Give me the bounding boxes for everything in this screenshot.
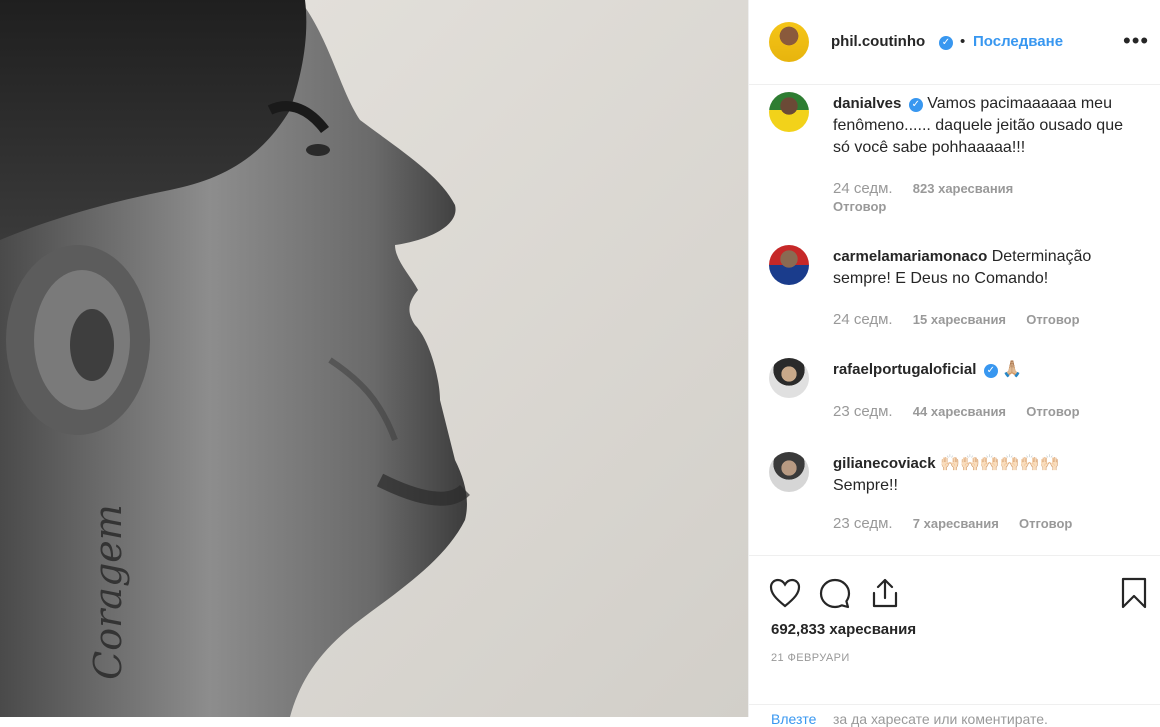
comment-text-block: gilianecoviack 🙌🏻🙌🏻🙌🏻🙌🏻🙌🏻🙌🏻 Sempre!! bbox=[833, 453, 1103, 497]
separator-dot: • bbox=[960, 33, 966, 50]
comment-username[interactable]: gilianecoviack bbox=[833, 455, 936, 472]
likes-count[interactable]: 692,833 харесвания bbox=[771, 621, 916, 638]
reply-button[interactable]: Отговор bbox=[833, 199, 886, 214]
post-actions: 692,833 харесвания 21 ФЕВРУАРИ Влезте за… bbox=[749, 555, 1160, 727]
comment-username[interactable]: rafaelportugaloficial bbox=[833, 361, 976, 378]
comment-meta: 23 седм. 7 харесвания Отговор bbox=[833, 515, 1072, 532]
comment-likes[interactable]: 7 харесвания bbox=[913, 516, 999, 531]
post-date[interactable]: 21 ФЕВРУАРИ bbox=[771, 652, 850, 664]
reply-button[interactable]: Отговор bbox=[1019, 516, 1072, 531]
post-image bbox=[0, 0, 748, 717]
comment-time[interactable]: 23 седм. bbox=[833, 515, 893, 532]
share-icon[interactable] bbox=[870, 577, 900, 614]
comment-likes[interactable]: 823 харесвания bbox=[913, 181, 1013, 196]
comment-likes[interactable]: 15 харесвания bbox=[913, 312, 1006, 327]
comment-meta: 24 седм. 823 харесвания Отговор bbox=[833, 180, 1013, 214]
verified-icon: ✓ bbox=[939, 36, 953, 50]
more-options-icon[interactable]: ••• bbox=[1123, 28, 1149, 54]
bookmark-icon[interactable] bbox=[1121, 577, 1147, 614]
comment-text-block: rafaelportugaloficial ✓ 🙏🏼 bbox=[833, 359, 1133, 381]
reply-button[interactable]: Отговор bbox=[1026, 404, 1079, 419]
comment-username[interactable]: carmelamariamonaco bbox=[833, 248, 987, 265]
login-link[interactable]: Влезте bbox=[771, 711, 816, 727]
comment-avatar[interactable] bbox=[769, 92, 809, 132]
reply-button[interactable]: Отговор bbox=[1026, 312, 1079, 327]
heart-icon[interactable] bbox=[769, 578, 801, 613]
comment-avatar[interactable] bbox=[769, 452, 809, 492]
comment-text: 🙏🏼 bbox=[1002, 361, 1023, 378]
verified-icon: ✓ bbox=[983, 364, 998, 378]
post-photo[interactable]: Coragem bbox=[0, 0, 748, 717]
author-avatar[interactable] bbox=[769, 22, 809, 62]
comment-avatar[interactable] bbox=[769, 358, 809, 398]
post-header: phil.coutinho ✓ • Последване ••• bbox=[749, 0, 1160, 85]
login-prompt-text: за да харесате или коментирате. bbox=[833, 711, 1048, 727]
comment-meta: 24 седм. 15 харесвания Отговор bbox=[833, 311, 1080, 328]
comment-text-block: danialves ✓ Vamos pacimaaaaaa meu fenôme… bbox=[833, 93, 1133, 159]
comment-meta: 23 седм. 44 харесвания Отговор bbox=[833, 403, 1080, 420]
post-side-panel: phil.coutinho ✓ • Последване ••• danialv… bbox=[748, 0, 1160, 727]
comment-likes[interactable]: 44 харесвания bbox=[913, 404, 1006, 419]
verified-icon: ✓ bbox=[908, 98, 923, 112]
comment-avatar[interactable] bbox=[769, 245, 809, 285]
follow-button[interactable]: Последване bbox=[973, 33, 1063, 50]
comment-time[interactable]: 24 седм. bbox=[833, 180, 893, 197]
comment-text-block: carmelamariamonaco Determinação sempre! … bbox=[833, 246, 1133, 290]
comment-username[interactable]: danialves bbox=[833, 95, 901, 112]
author-username[interactable]: phil.coutinho bbox=[831, 33, 925, 50]
comment-time[interactable]: 23 седм. bbox=[833, 403, 893, 420]
comment-icon[interactable] bbox=[819, 578, 851, 615]
comment-time[interactable]: 24 седм. bbox=[833, 311, 893, 328]
login-prompt: Влезте за да харесате или коментирате. bbox=[749, 704, 1160, 727]
